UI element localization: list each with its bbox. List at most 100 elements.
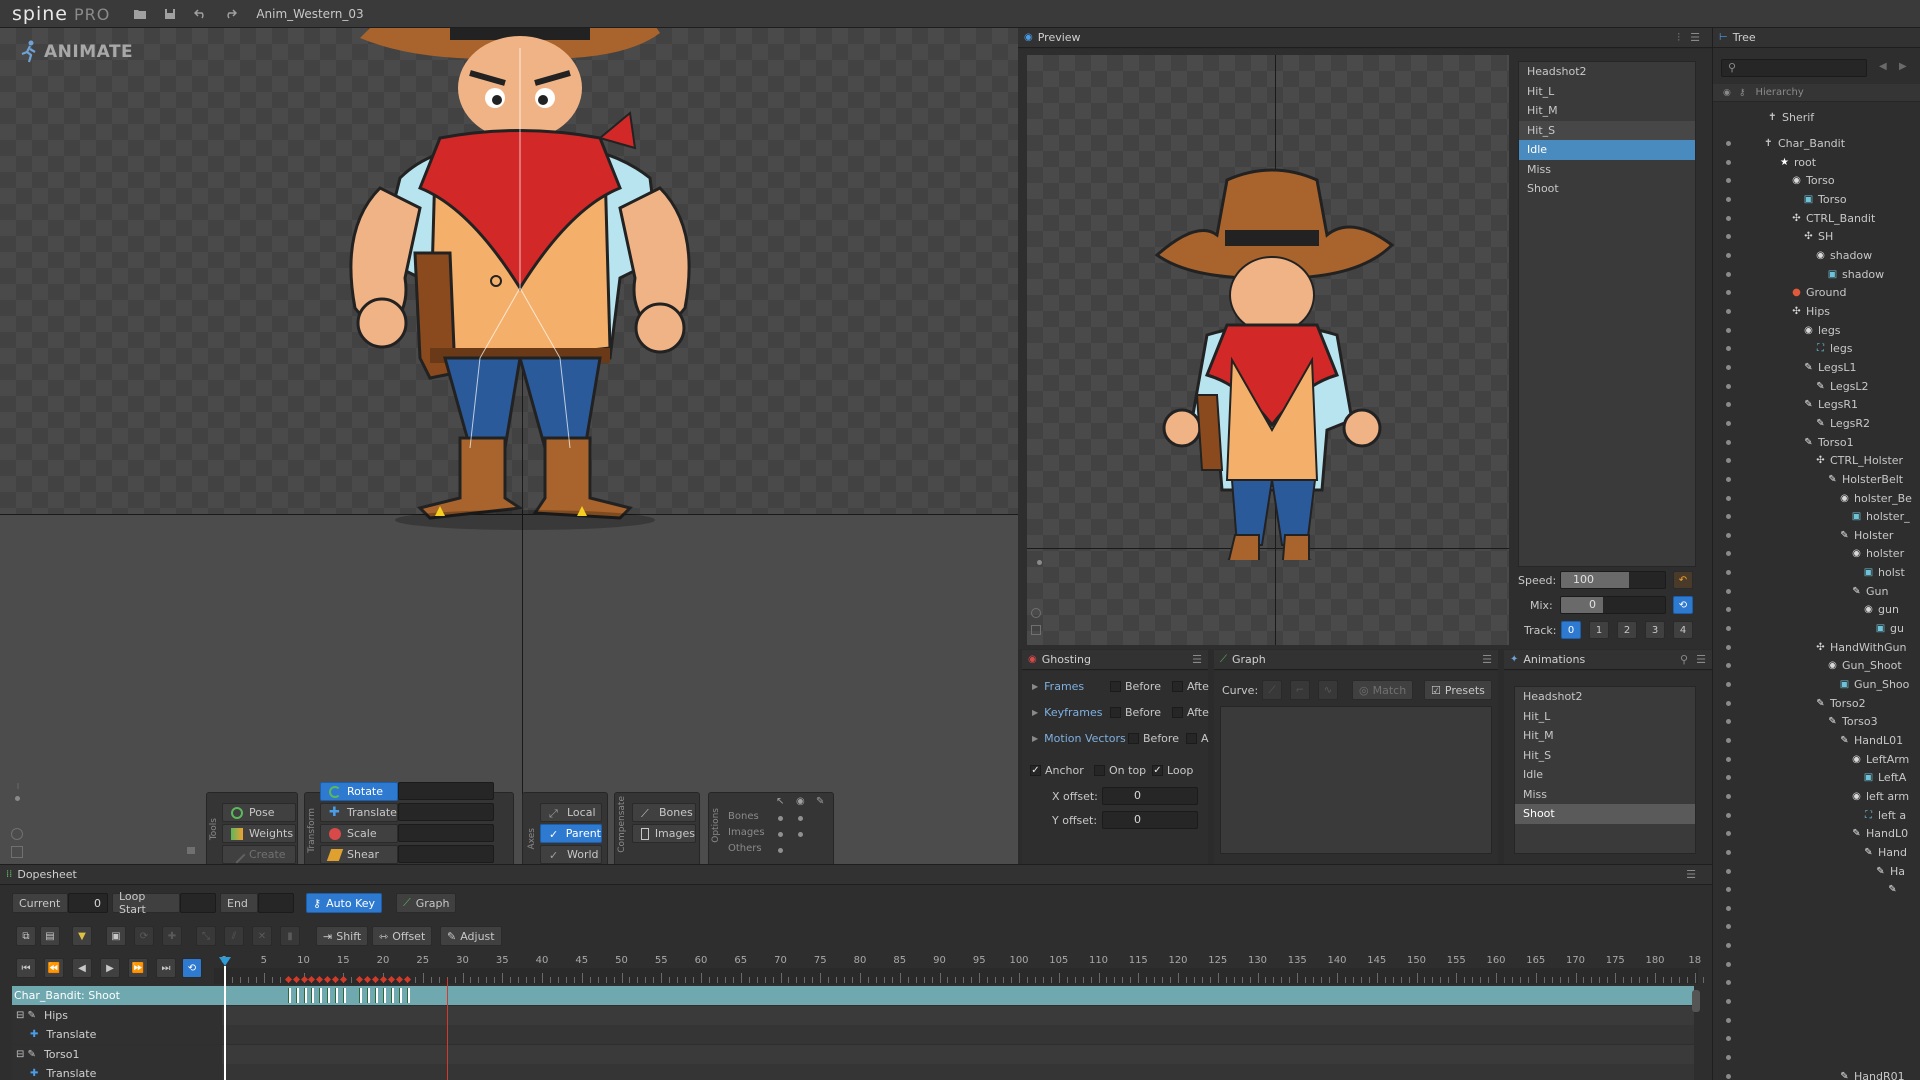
filter-icon[interactable]: ▼ [72, 926, 92, 946]
tree-row[interactable]: ◉ legs [1713, 321, 1920, 339]
delete-keys-icon[interactable]: ✕ [252, 926, 272, 946]
visibility-dot[interactable] [1726, 271, 1731, 277]
track-4-button[interactable]: 4 [1673, 621, 1693, 639]
tree-row[interactable]: ◉ gun [1713, 601, 1920, 619]
auto-key-button[interactable]: ⚷ Auto Key [306, 893, 383, 913]
tree-row[interactable]: ▣ shadow [1713, 265, 1920, 283]
tree-row[interactable] [1713, 918, 1920, 936]
frames-before-checkbox[interactable]: Before [1110, 680, 1161, 693]
visibility-dot[interactable] [1726, 327, 1731, 333]
curve-bezier-button[interactable]: ∿ [1318, 680, 1338, 700]
visibility-dot[interactable] [1726, 253, 1731, 259]
preview-animation-list[interactable]: Headshot2 Hit_L Hit_M Hit_S Idle Miss Sh… [1518, 61, 1696, 567]
tree-row[interactable]: ✎ Hand [1713, 843, 1920, 861]
main-viewport[interactable]: ANIMATE Tools Pose Weights Create Transf… [0, 28, 1018, 864]
keyframe[interactable] [367, 988, 371, 1003]
visibility-dot[interactable] [1726, 290, 1731, 296]
mix-slider[interactable]: 0 [1560, 596, 1666, 614]
bones-visible-toggle[interactable] [798, 816, 803, 821]
dopesheet-menu-icon[interactable]: ☰ [1686, 868, 1696, 881]
anim-headshot2[interactable]: Headshot2 [1515, 687, 1695, 707]
key-translate-icon[interactable]: ✚ [162, 926, 182, 946]
copy-keys-icon[interactable]: ⧉ [16, 926, 36, 946]
tree-row[interactable]: ✎ HandL01 [1713, 731, 1920, 749]
preview-anim-hit-m[interactable]: Hit_M [1519, 101, 1695, 121]
tree-row[interactable] [1713, 937, 1920, 955]
match-button[interactable]: ◎ Match [1352, 680, 1414, 700]
loop-playback-icon[interactable]: ⟲ [182, 958, 202, 978]
ghost-frames-row[interactable]: ▶ Frames [1032, 680, 1084, 693]
timeline-row[interactable]: ✚ Translate [12, 1025, 1694, 1044]
open-folder-icon[interactable] [132, 6, 148, 22]
zoom-icon[interactable] [11, 828, 23, 840]
preview-options-icon[interactable]: ☰ [1690, 31, 1700, 44]
tree-row[interactable]: ✎ HolsterBelt [1713, 470, 1920, 488]
tree-row[interactable] [1713, 1011, 1920, 1029]
tree-row[interactable]: ✎ Ha [1713, 862, 1920, 880]
key-rotate-icon[interactable]: ⟳ [134, 926, 154, 946]
tree-row[interactable]: ▣ LeftA [1713, 769, 1920, 787]
ghost-keyframes-row[interactable]: ▶ Keyframes [1032, 706, 1102, 719]
visibility-dot[interactable] [1726, 197, 1731, 203]
visibility-dot[interactable] [1726, 849, 1731, 855]
keyframe[interactable] [359, 988, 363, 1003]
visibility-dot[interactable] [1726, 234, 1731, 240]
tree-row[interactable]: ✣ SH [1713, 228, 1920, 246]
others-select-toggle[interactable] [778, 848, 783, 853]
weights-button[interactable]: Weights [222, 824, 296, 843]
tree-row[interactable]: ⛶ legs [1713, 340, 1920, 358]
scale-value-field[interactable] [398, 824, 494, 842]
track-3-button[interactable]: 3 [1645, 621, 1665, 639]
visibility-dot[interactable] [1726, 141, 1731, 147]
visibility-dot[interactable] [1726, 943, 1731, 949]
tree-row[interactable] [1713, 955, 1920, 973]
lock-icon[interactable] [187, 847, 195, 854]
mv-after-checkbox[interactable]: A [1186, 732, 1209, 745]
key-scale-icon[interactable]: ⤡ [196, 926, 216, 946]
visibility-dot[interactable] [1726, 924, 1731, 930]
visibility-dot[interactable] [1726, 588, 1731, 594]
images-visible-toggle[interactable] [798, 832, 803, 837]
visibility-dot[interactable] [1726, 458, 1731, 464]
tree-row[interactable] [1713, 1049, 1920, 1067]
rotate-value-field[interactable] [398, 782, 494, 800]
tree-row[interactable]: ◉ holster_Be [1713, 489, 1920, 507]
timeline-row[interactable]: Char_Bandit: Shoot [12, 986, 1694, 1005]
compensate-bones-button[interactable]: ⟋ Bones [632, 803, 696, 822]
play-icon[interactable]: ▶ [100, 958, 120, 978]
visibility-dot[interactable] [1726, 775, 1731, 781]
animations-menu-icon[interactable]: ☰ [1696, 653, 1706, 666]
visibility-dot[interactable] [1726, 905, 1731, 911]
shear-value-field[interactable] [398, 845, 494, 863]
tree-search-next-icon[interactable]: ▶ [1899, 61, 1907, 72]
visibility-dot[interactable] [1726, 719, 1731, 725]
anchor-checkbox[interactable]: ✓ Anchor [1030, 764, 1084, 777]
visibility-dot[interactable] [1726, 980, 1731, 986]
track-1-button[interactable]: 1 [1589, 621, 1609, 639]
keyframe[interactable] [375, 988, 379, 1003]
loop-end-line[interactable] [446, 978, 448, 1080]
tree-row[interactable]: ★ root [1713, 153, 1920, 171]
undo-icon[interactable] [192, 6, 208, 22]
pose-button[interactable]: Pose [222, 803, 296, 822]
adjust-button[interactable]: ✎ Adjust [440, 926, 502, 946]
tree-row[interactable]: ✎ Torso3 [1713, 713, 1920, 731]
visibility-dot[interactable] [1726, 570, 1731, 576]
tree-row[interactable]: ◉ Torso [1713, 172, 1920, 190]
visibility-dot[interactable] [1726, 793, 1731, 799]
on-top-checkbox[interactable]: On top [1094, 764, 1146, 777]
options-eye-icon[interactable]: ◉ [796, 796, 805, 807]
anim-hit-m[interactable]: Hit_M [1515, 726, 1695, 746]
compensate-images-button[interactable]: Images [632, 824, 696, 843]
keyframe[interactable] [287, 988, 291, 1003]
visibility-dot[interactable] [1726, 532, 1731, 538]
visibility-dot[interactable] [1726, 737, 1731, 743]
preview-anim-shoot[interactable]: Shoot [1519, 179, 1695, 199]
keyframe[interactable] [383, 988, 386, 1003]
animations-filter-icon[interactable]: ⚲ [1680, 653, 1688, 666]
keyframe[interactable] [295, 988, 299, 1003]
anim-hit-s[interactable]: Hit_S [1515, 746, 1695, 766]
bandit-character-viewport[interactable] [320, 28, 720, 538]
y-offset-field[interactable]: 0 [1102, 811, 1198, 829]
create-button[interactable]: Create [222, 845, 296, 864]
